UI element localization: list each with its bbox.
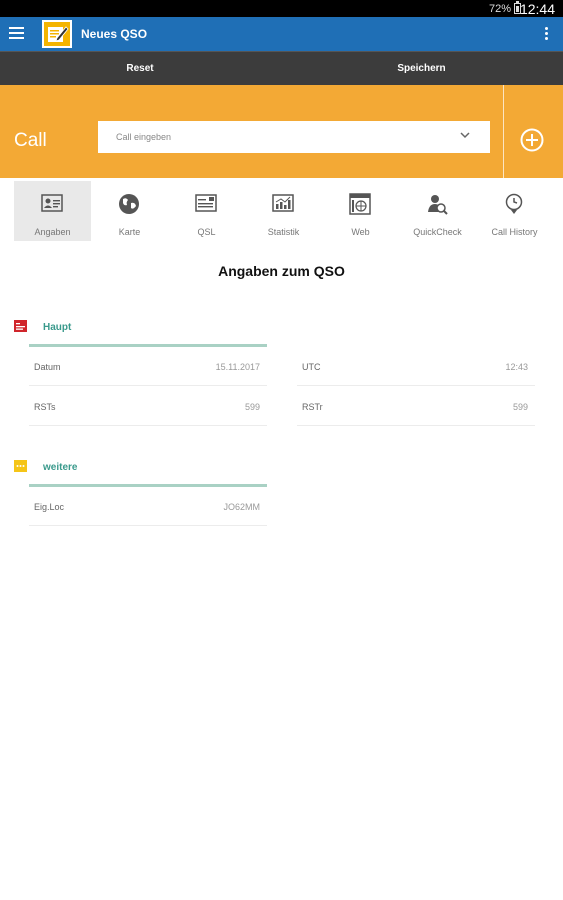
reset-button[interactable]: Reset (0, 52, 280, 86)
statistics-chart-icon (272, 194, 294, 212)
tab-label: Karte (118, 227, 141, 237)
tab-web[interactable]: Web (322, 181, 399, 241)
tab-label: Statistik (267, 227, 300, 237)
field-label: Eig.Loc (34, 502, 65, 512)
tab-statistik[interactable]: Statistik (245, 181, 322, 241)
tab-label: QuickCheck (413, 227, 462, 237)
tab-karte[interactable]: Karte (91, 181, 168, 241)
tab-bar: Angaben Karte QSL Statistik Web QuickChe… (14, 181, 554, 241)
tab-angaben[interactable]: Angaben (14, 181, 91, 241)
globe-icon (119, 194, 139, 214)
status-clock: 12:44 (519, 1, 555, 17)
table-row[interactable]: Eig.Loc JO62MM (29, 487, 267, 526)
more-vert-icon[interactable] (545, 27, 549, 41)
table-row[interactable]: UTC 12:43 (297, 347, 535, 386)
contact-card-icon (41, 194, 63, 212)
table-row[interactable]: RSTs 599 (29, 387, 267, 426)
web-browser-icon (349, 193, 371, 215)
tab-label: Call History (491, 227, 538, 237)
field-label: Datum (34, 362, 61, 372)
field-value: JO62MM (223, 502, 260, 512)
call-label: Call (14, 130, 47, 151)
chevron-down-icon[interactable] (460, 130, 470, 140)
battery-percentage: 72% (488, 3, 511, 15)
field-label: RSTr (302, 402, 323, 412)
field-label: UTC (302, 362, 321, 372)
table-row[interactable]: Datum 15.11.2017 (29, 347, 267, 386)
add-circle-icon[interactable] (520, 128, 544, 152)
app-title: Neues QSO (81, 27, 148, 41)
field-value: 15.11.2017 (215, 362, 260, 372)
field-value: 599 (244, 402, 260, 412)
weitere-section-title: weitere (43, 462, 78, 473)
save-button[interactable]: Speichern (280, 52, 563, 86)
tab-call-history[interactable]: Call History (476, 181, 553, 241)
haupt-section-icon (14, 320, 27, 332)
field-value: 12:43 (505, 362, 528, 372)
tab-label: Angaben (34, 227, 71, 237)
call-panel-divider (503, 85, 504, 178)
quickcheck-search-user-icon (428, 195, 448, 215)
tab-qsl[interactable]: QSL (168, 181, 245, 241)
field-label: RSTs (34, 402, 56, 412)
app-bar: Neues QSO (0, 17, 563, 51)
table-row[interactable]: RSTr 599 (297, 387, 535, 426)
call-history-icon (505, 193, 523, 214)
hamburger-menu-icon[interactable] (9, 27, 24, 41)
page-heading: Angaben zum QSO (218, 263, 345, 279)
call-panel: Call Call eingeben (0, 85, 563, 178)
weitere-section-icon (14, 460, 27, 472)
qsl-card-icon (195, 194, 217, 212)
action-bar: Reset Speichern (0, 51, 563, 85)
call-input[interactable]: Call eingeben (98, 121, 490, 153)
field-value: 599 (512, 402, 528, 412)
haupt-section-title: Haupt (43, 322, 72, 333)
edit-notepad-icon (42, 20, 72, 48)
tab-quickcheck[interactable]: QuickCheck (399, 181, 476, 241)
status-bar: 72% 12:44 (0, 0, 563, 17)
tab-label: Web (351, 227, 370, 237)
tab-label: QSL (197, 227, 216, 237)
